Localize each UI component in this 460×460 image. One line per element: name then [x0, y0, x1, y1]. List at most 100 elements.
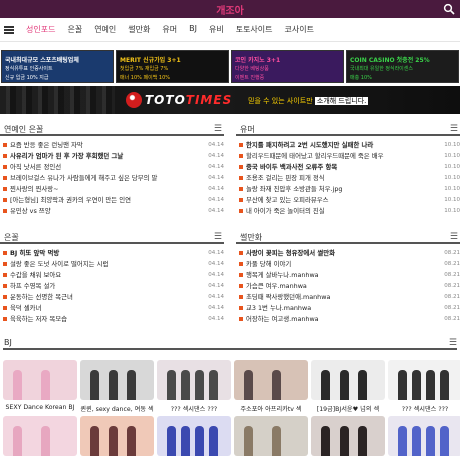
post-title[interactable]: 사랑이 꽃피는 청유장에서 썰만화	[246, 248, 434, 259]
video-thumbnail[interactable]	[311, 416, 385, 456]
post-title[interactable]: 중국 바이두 백과사전 오류주 항목	[246, 162, 434, 173]
video-thumbnail[interactable]	[157, 416, 231, 456]
video-thumbnail[interactable]	[3, 416, 77, 456]
list-item[interactable]: 아직 낫서른 정인선 04.14	[0, 162, 224, 173]
video-caption[interactable]: [19금]BJ서윤♥ 넘의 섹	[310, 404, 386, 413]
list-item[interactable]: 찐사랑의 찐사랑~ 04.14	[0, 184, 224, 195]
list-item[interactable]: 육덕 셀카녀 04.14	[0, 303, 224, 314]
list-item[interactable]: 육육하는 저자 목모습 04.14	[0, 314, 224, 325]
video-thumbnail[interactable]	[157, 360, 231, 400]
video-thumbnail[interactable]	[234, 416, 308, 456]
list-item[interactable]: 할리우드때문에 태어났고 할리우드때문에 죽은 배우 10.10	[236, 151, 460, 162]
list-item[interactable]: BJ 히또 앞막 먹방 04.14	[0, 248, 224, 259]
list-item[interactable]: 중국 바이두 백과사전 오류주 항목 10.10	[236, 162, 460, 173]
section-title[interactable]: 연예인 은꼴	[4, 124, 43, 135]
hamburger-icon[interactable]	[4, 26, 14, 34]
nav-item[interactable]: 코사이트	[285, 24, 314, 35]
video-thumbnail[interactable]	[80, 360, 154, 400]
section-title[interactable]: 썰만화	[240, 232, 262, 243]
search-icon[interactable]	[443, 3, 455, 15]
nav-item[interactable]: BJ	[189, 24, 197, 35]
section-title[interactable]: 유머	[240, 124, 255, 135]
ad-banner[interactable]: 코인 카지노 3+1 다양한 베팅상품 이벤트 진행중	[231, 50, 344, 83]
video-thumbnail[interactable]	[388, 416, 460, 456]
list-item[interactable]: 사유리가 엄마가 된 후 가장 후회했던 그날 04.14	[0, 151, 224, 162]
site-title[interactable]: 개조아	[0, 2, 460, 17]
list-item[interactable]: 카풀 당해 이야기 08.21	[236, 259, 460, 270]
section-title[interactable]: BJ	[4, 338, 12, 347]
list-item[interactable]: 사랑이 꽃피는 청유장에서 썰만화 08.21	[236, 248, 460, 259]
post-title[interactable]: 유민상 vs 쯔양	[10, 206, 198, 217]
post-title[interactable]: 행복게 살바누나.manhwa	[246, 270, 434, 281]
list-item[interactable]: 유민상 vs 쯔양 04.14	[0, 206, 224, 217]
nav-item[interactable]: 연예인	[94, 24, 116, 35]
list-item[interactable]: 부산에 찾고 있는 오피라뷰우스 10.10	[236, 195, 460, 206]
video-thumbnail[interactable]	[80, 416, 154, 456]
post-title[interactable]: BJ 히또 앞막 먹방	[10, 248, 198, 259]
post-title[interactable]: 육덕 셀카녀	[10, 303, 198, 314]
more-icon[interactable]: ☰	[449, 338, 457, 348]
video-caption[interactable]: ??? 섹시댄스 ???	[156, 404, 232, 413]
post-title[interactable]: 카풀 당해 이야기	[246, 259, 434, 270]
video-caption[interactable]: 주소포아 아프리카tv 섹	[233, 404, 309, 413]
list-item[interactable]: 브레이브걸스 유나가 사람들에게 해주고 싶은 당부의 말 04.14	[0, 173, 224, 184]
video-thumbnail[interactable]	[388, 360, 460, 400]
more-icon[interactable]: ☰	[450, 124, 458, 134]
list-item[interactable]: 놀랑 좌재 진압후 소방관들 처우.jpg 10.10	[236, 184, 460, 195]
list-item[interactable]: 행복게 살바누나.manhwa 08.21	[236, 270, 460, 281]
nav-item[interactable]: 유비	[209, 24, 224, 35]
post-title[interactable]: 찐사랑의 찐사랑~	[10, 184, 198, 195]
post-title[interactable]: 가슴큰 여우.manhwa	[246, 281, 434, 292]
post-title[interactable]: 어장하는 여고생.manhwa	[246, 314, 434, 325]
list-item[interactable]: 설랑 좋은 도넛 사이로 떨어지는 시럽 04.14	[0, 259, 224, 270]
more-icon[interactable]: ☰	[214, 124, 222, 134]
post-title[interactable]: 수갑을 채워 보아요	[10, 270, 198, 281]
video-caption[interactable]: 퀸퀸, sexy dance, 여동 섹	[79, 404, 155, 413]
post-title[interactable]: [아는형님] 최양락과 권카의 우연이 만든 인연	[10, 195, 198, 206]
section-title[interactable]: 은꼴	[4, 232, 19, 243]
list-item[interactable]: [아는형님] 최양락과 권카의 우연이 만든 인연 04.14	[0, 195, 224, 206]
nav-item[interactable]: 유머	[162, 24, 177, 35]
nav-item[interactable]: 은꼴	[67, 24, 82, 35]
video-thumbnail[interactable]	[3, 360, 77, 400]
post-title[interactable]: 할리우드때문에 태어났고 할리우드때문에 죽은 배우	[246, 151, 434, 162]
video-thumbnail[interactable]	[234, 360, 308, 400]
nav-item[interactable]: 토토사이트	[236, 24, 273, 35]
list-item[interactable]: 조용조 걸리는 핀장 피개 정식 10.10	[236, 173, 460, 184]
post-title[interactable]: 육육하는 저자 목모습	[10, 314, 198, 325]
video-caption[interactable]: SEXY Dance Korean BJ	[2, 404, 78, 411]
list-item[interactable]: 운동하는 선명한 복근녀 04.14	[0, 292, 224, 303]
list-item[interactable]: 요즘 반응 좋은 런닝맨 자막 04.14	[0, 140, 224, 151]
more-icon[interactable]: ☰	[214, 232, 222, 242]
list-item[interactable]: 한지를 패지하려고 2번 시도했지만 실패한 나라 10.10	[236, 140, 460, 151]
ad-banner[interactable]: COIN CASINO 첫충전 25% 국내최대 유일한 정식라이센스 매충 10%	[346, 50, 459, 83]
video-caption[interactable]: ??? 섹시댄스 ???	[387, 404, 460, 413]
list-item[interactable]: 교3 1번 누나.manhwa 08.21	[236, 303, 460, 314]
video-thumbnail[interactable]	[311, 360, 385, 400]
post-title[interactable]: 초딩때 짝사랑했던애.manhwa	[246, 292, 434, 303]
post-title[interactable]: 사유리가 엄마가 된 후 가장 후회했던 그날	[10, 151, 198, 162]
list-item[interactable]: 내 아이가 죽은 놀이터의 진실 10.10	[236, 206, 460, 217]
list-item[interactable]: 하프 수영복 설가 04.14	[0, 281, 224, 292]
nav-item[interactable]: 썰만화	[128, 24, 150, 35]
post-title[interactable]: 놀랑 좌재 진압후 소방관들 처우.jpg	[246, 184, 434, 195]
list-item[interactable]: 가슴큰 여우.manhwa 08.21	[236, 281, 460, 292]
post-title[interactable]: 내 아이가 죽은 놀이터의 진실	[246, 206, 434, 217]
post-title[interactable]: 설랑 좋은 도넛 사이로 떨어지는 시럽	[10, 259, 198, 270]
ad-banner[interactable]: MERIT 신규가입 3+1 첫입금 7% 재입금 7% 매너 10% 페이백 10…	[116, 50, 229, 83]
tototimes-banner[interactable]: TOTOTIMES 믿을 수 있는 사이트만 소개해 드립니다.	[0, 86, 460, 114]
post-title[interactable]: 교3 1번 누나.manhwa	[246, 303, 434, 314]
post-title[interactable]: 운동하는 선명한 복근녀	[10, 292, 198, 303]
list-item[interactable]: 어장하는 여고생.manhwa 08.21	[236, 314, 460, 325]
nav-item[interactable]: 성인포드	[26, 24, 55, 35]
post-title[interactable]: 하프 수영복 설가	[10, 281, 198, 292]
list-item[interactable]: 초딩때 짝사랑했던애.manhwa 08.21	[236, 292, 460, 303]
post-title[interactable]: 요즘 반응 좋은 런닝맨 자막	[10, 140, 198, 151]
post-title[interactable]: 한지를 패지하려고 2번 시도했지만 실패한 나라	[246, 140, 434, 151]
post-title[interactable]: 브레이브걸스 유나가 사람들에게 해주고 싶은 당부의 말	[10, 173, 198, 184]
post-title[interactable]: 부산에 찾고 있는 오피라뷰우스	[246, 195, 434, 206]
ad-banner[interactable]: 국내최대규모 스포츠배팅업체 정식유투표 인증사이트 신규 입금 10% 지급	[1, 50, 114, 83]
post-title[interactable]: 조용조 걸리는 핀장 피개 정식	[246, 173, 434, 184]
list-item[interactable]: 수갑을 채워 보아요 04.14	[0, 270, 224, 281]
post-title[interactable]: 아직 낫서른 정인선	[10, 162, 198, 173]
